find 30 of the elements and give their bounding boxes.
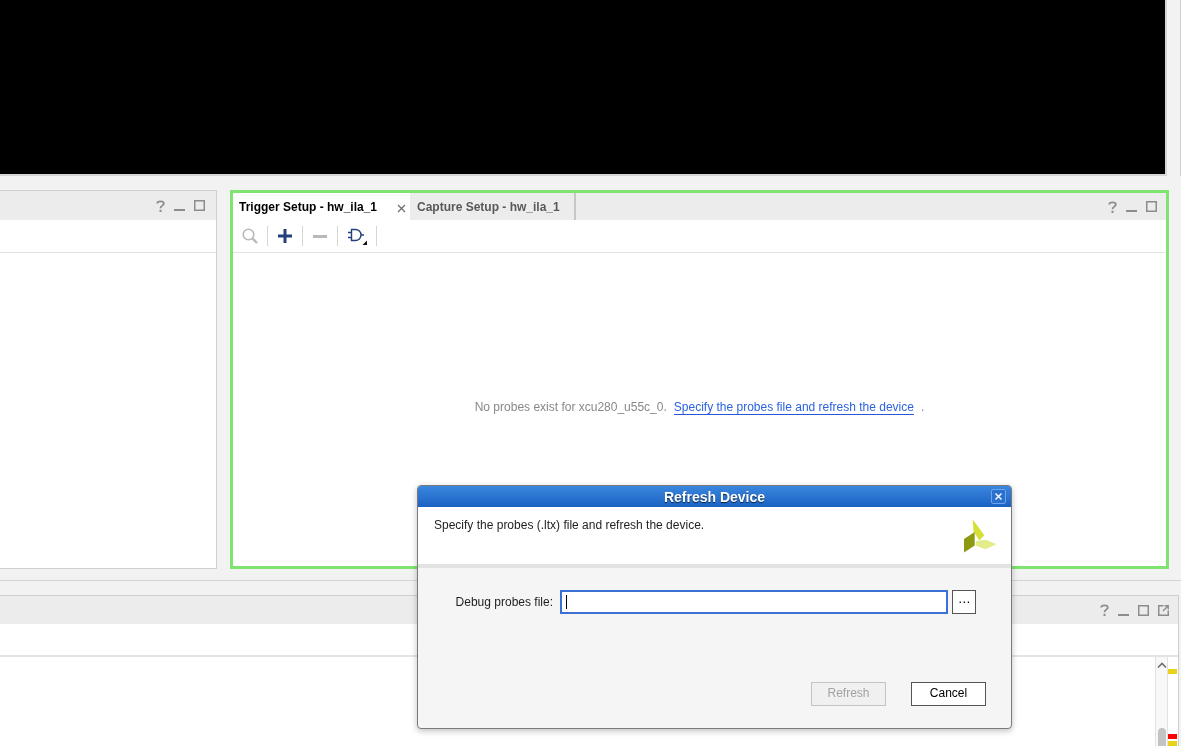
scrollbar-track[interactable] — [1155, 657, 1168, 746]
close-icon[interactable] — [397, 204, 406, 213]
maximize-icon[interactable] — [1138, 604, 1149, 616]
field-label: Debug probes file: — [455, 594, 553, 611]
dialog-button[interactable]: Cancel — [911, 682, 986, 706]
help-icon[interactable] — [1100, 604, 1109, 616]
chevron-up-icon[interactable] — [1156, 662, 1167, 668]
no-probes-message: No probes exist for xcu280_u55c_0. Specify the probes file and refresh the device . — [474, 398, 925, 416]
text-cursor-icon — [566, 595, 567, 609]
help-icon[interactable] — [156, 199, 165, 212]
help-icon[interactable] — [1108, 200, 1117, 213]
file-path-field[interactable] — [560, 590, 948, 614]
maximize-icon[interactable] — [1146, 201, 1157, 212]
maximize-icon[interactable] — [194, 200, 205, 211]
marker-icon[interactable] — [1168, 741, 1177, 746]
logic-gate-icon[interactable] — [347, 227, 367, 245]
plus-icon[interactable] — [277, 228, 293, 244]
scrollbar-thumb[interactable] — [1157, 728, 1166, 746]
logo-icon — [963, 519, 997, 553]
dialog-title: Refresh Device — [663, 487, 766, 507]
close-icon — [995, 493, 1002, 500]
browse-button[interactable]: ⋯ — [952, 590, 976, 614]
minimize-icon[interactable] — [1118, 613, 1129, 616]
marker-icon[interactable] — [1168, 734, 1177, 739]
close-button[interactable] — [991, 489, 1006, 504]
dialog-description: Specify the probes (.ltx) file and refresh the device. — [434, 517, 705, 533]
probes-link[interactable]: Specify the probes file and refresh the device — [673, 399, 914, 415]
float-window-icon[interactable] — [1158, 604, 1169, 616]
marker-icon[interactable] — [1168, 669, 1177, 674]
panel-tab[interactable]: Trigger Setup - hw_ila_1 — [233, 193, 410, 220]
